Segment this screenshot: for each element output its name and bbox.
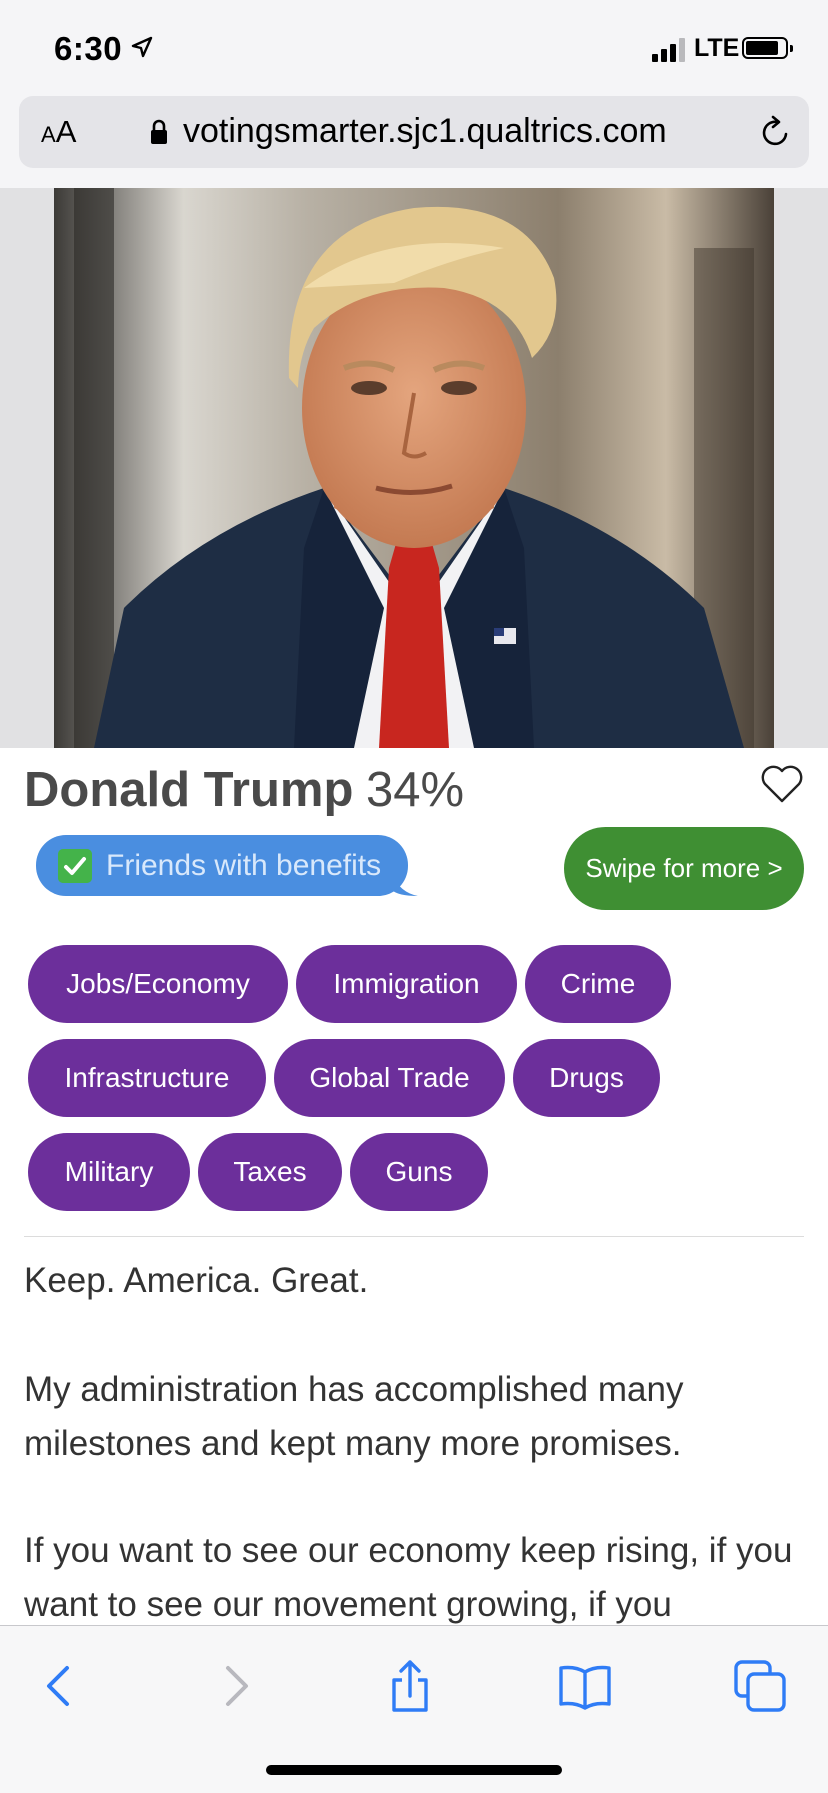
browser-toolbar — [0, 1625, 828, 1793]
signal-icon — [652, 38, 690, 62]
lock-icon — [151, 119, 167, 144]
status-time: 6:30 — [54, 30, 123, 67]
heart-icon[interactable] — [760, 764, 804, 804]
check-icon — [58, 849, 92, 883]
badge-text: Friends with benefits — [106, 849, 382, 882]
network-type: LTE — [694, 34, 740, 62]
browser-address-area: AA votingsmarter.sjc1.qualtrics.com — [0, 92, 828, 189]
swipe-for-more-button[interactable]: Swipe for more > — [564, 827, 804, 910]
match-percent: 34% — [366, 763, 465, 817]
statement-paragraph-2: My administration has accomplished many … — [24, 1370, 684, 1463]
tag-jobs-economy[interactable]: Jobs/Economy — [28, 945, 288, 1023]
forward-icon[interactable] — [206, 1656, 266, 1716]
tag-drugs[interactable]: Drugs — [513, 1039, 660, 1117]
tag-guns[interactable]: Guns — [350, 1133, 488, 1211]
battery-icon — [742, 37, 793, 59]
status-bar: 6:30 LTE — [0, 0, 828, 92]
divider — [24, 1236, 804, 1237]
tag-global-trade[interactable]: Global Trade — [274, 1039, 505, 1117]
candidate-photo — [54, 188, 774, 748]
reload-icon[interactable] — [757, 114, 793, 150]
candidate-name: Donald Trump — [24, 763, 354, 817]
tag-taxes[interactable]: Taxes — [198, 1133, 342, 1211]
candidate-photo-area — [0, 188, 828, 748]
bookmarks-icon[interactable] — [555, 1656, 615, 1716]
bubble-tail — [392, 872, 418, 896]
statement-paragraph-1: Keep. America. Great. — [24, 1261, 369, 1300]
share-icon[interactable] — [380, 1656, 440, 1716]
tag-military[interactable]: Military — [28, 1133, 190, 1211]
statement-paragraph-3: If you want to see our economy keep risi… — [24, 1531, 793, 1624]
url-text[interactable]: votingsmarter.sjc1.qualtrics.com — [183, 112, 667, 151]
badge-bubble: Friends with benefits — [36, 835, 418, 896]
home-indicator — [266, 1765, 562, 1775]
tabs-icon[interactable] — [730, 1656, 790, 1716]
reader-text-size-button[interactable]: AA — [41, 114, 76, 150]
tag-crime[interactable]: Crime — [525, 945, 671, 1023]
location-arrow-icon — [131, 36, 153, 58]
back-icon[interactable] — [31, 1656, 91, 1716]
address-bar[interactable]: AA votingsmarter.sjc1.qualtrics.com — [19, 96, 809, 168]
tag-immigration[interactable]: Immigration — [296, 945, 517, 1023]
tag-infrastructure[interactable]: Infrastructure — [28, 1039, 266, 1117]
